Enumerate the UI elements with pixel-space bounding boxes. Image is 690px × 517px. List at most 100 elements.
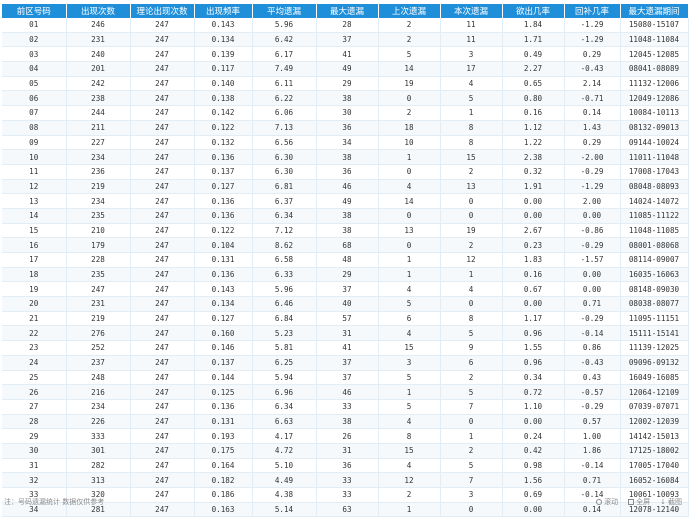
table-cell: 29	[316, 267, 379, 283]
table-cell: 38	[316, 208, 379, 224]
table-cell: 02	[2, 32, 67, 48]
table-cell: 5.94	[252, 370, 317, 386]
table-cell: -0.29	[564, 311, 621, 327]
table-cell: 17125-18002	[620, 443, 689, 459]
table-cell: 0.14	[564, 105, 621, 121]
status-footer: 注：号码遗漏统计 数据仅供参考 滚动 全屏 ↓ 截图	[0, 497, 690, 507]
table-cell: 6.96	[252, 384, 317, 400]
table-cell: 08001-08068	[620, 237, 689, 253]
table-cell: 5.96	[252, 281, 317, 298]
table-cell: 247	[130, 237, 195, 253]
table-cell: 5	[440, 90, 503, 107]
table-cell: 247	[130, 281, 195, 298]
table-cell: 231	[66, 296, 131, 312]
table-cell: 38	[316, 223, 379, 239]
table-cell: 5.96	[252, 18, 317, 33]
table-row: 15 210 247 0.122 7.12 38 13 19 2.67 -0.86 11048-11…	[2, 223, 689, 239]
table-row: 25 248 247 0.144 5.94 37 5 2 0.34 0.43 16049-16085	[2, 370, 689, 386]
column-header: 平均遗漏	[252, 4, 317, 18]
table-cell: 37	[316, 281, 379, 298]
table-cell: 11	[440, 32, 503, 48]
table-cell: 6.34	[252, 399, 317, 415]
table-cell: 6.34	[252, 208, 317, 224]
table-cell: 3	[440, 46, 503, 63]
table-cell: 2.27	[502, 61, 565, 77]
table-cell: 0.142	[194, 105, 253, 121]
fullscreen-control[interactable]: 全屏	[628, 497, 650, 507]
table-row: 02 231 247 0.134 6.42 37 2 11 1.71 -1.29 11048-110…	[2, 32, 689, 48]
table-cell: 4	[378, 458, 441, 474]
table-cell: 231	[66, 32, 131, 48]
table-cell: 5	[378, 399, 441, 415]
table-cell: 0.125	[194, 384, 253, 400]
table-cell: 247	[130, 32, 195, 48]
table-cell: 04	[2, 61, 67, 77]
table-cell: 2	[440, 164, 503, 180]
table-cell: 4.72	[252, 443, 317, 459]
table-cell: 247	[130, 399, 195, 415]
table-row: 26 216 247 0.125 6.96 46 1 5 0.72 -0.57 12064-1210…	[2, 384, 689, 400]
table-cell: 216	[66, 384, 131, 400]
table-cell: 248	[66, 370, 131, 386]
table-cell: 09096-09132	[620, 355, 689, 371]
table-cell: 0.00	[564, 267, 621, 283]
table-cell: 247	[130, 267, 195, 283]
table-cell: -1.29	[564, 32, 621, 48]
table-row: 30 301 247 0.175 4.72 31 15 2 0.42 1.86 17125-1800…	[2, 443, 689, 459]
table-cell: 19	[378, 76, 441, 92]
table-row: 16 179 247 0.104 8.62 68 0 2 0.23 -0.29 08001-0806…	[2, 237, 689, 253]
column-header: 回补几率	[564, 4, 621, 18]
table-cell: 247	[130, 149, 195, 165]
table-cell: 0.122	[194, 223, 253, 239]
table-cell: 2.67	[502, 223, 565, 239]
table-header-row: 前区号码 出现次数 理论出现次数 出现频率 平均遗漏 最大遗漏 上次遗漏 本次遗漏 欲出几率 回补…	[2, 4, 689, 18]
table-row: 14 235 247 0.136 6.34 38 0 0 0.00 0.00 11085-11122	[2, 208, 689, 224]
table-cell: 235	[66, 208, 131, 224]
table-cell: 5	[378, 46, 441, 63]
table-cell: 26	[316, 428, 379, 444]
table-cell: 210	[66, 223, 131, 239]
table-cell: 5.81	[252, 340, 317, 356]
table-cell: 6.37	[252, 193, 317, 209]
table-cell: 226	[66, 414, 131, 430]
scroll-control[interactable]: 滚动	[596, 497, 618, 507]
table-row: 27 234 247 0.136 6.34 33 5 7 1.10 -0.29 07039-0707…	[2, 399, 689, 415]
table-cell: 5.23	[252, 325, 317, 342]
scroll-control-label: 滚动	[604, 498, 619, 506]
screenshot-control[interactable]: ↓ 截图	[660, 497, 682, 507]
table-row: 07 244 247 0.142 6.06 30 2 1 0.16 0.14 10084-10113	[2, 105, 689, 121]
table-cell: 247	[130, 443, 195, 459]
table-cell: 0.00	[502, 193, 565, 209]
table-cell: -0.14	[564, 458, 621, 474]
table-cell: 16049-16085	[620, 370, 689, 386]
table-cell: 31	[316, 325, 379, 342]
table-cell: 0.132	[194, 135, 253, 151]
table-cell: 08038-08077	[620, 296, 689, 312]
table-cell: 0.137	[194, 164, 253, 180]
table-cell: 07	[2, 105, 67, 121]
table-cell: 6	[378, 311, 441, 327]
table-cell: 0.122	[194, 120, 253, 136]
table-cell: 0.00	[502, 296, 565, 312]
table-cell: 0.72	[502, 384, 565, 400]
table-row: 03 240 247 0.139 6.17 41 5 3 0.49 0.29 12045-12085	[2, 46, 689, 63]
table-cell: 12	[378, 472, 441, 488]
table-cell: 49	[316, 61, 379, 77]
table-cell: 41	[316, 46, 379, 63]
table-cell: 29	[316, 76, 379, 92]
arrow-icon: ↓	[660, 497, 666, 506]
table-cell: 24	[2, 355, 67, 371]
table-cell: 22	[2, 325, 67, 342]
footer-note: 注：号码遗漏统计 数据仅供参考	[4, 498, 105, 506]
table-cell: 0	[440, 414, 503, 430]
table-cell: 0.136	[194, 267, 253, 283]
table-cell: 10084-10113	[620, 105, 689, 121]
column-header: 出现次数	[66, 4, 131, 18]
table-cell: 38	[316, 90, 379, 107]
table-cell: 1	[378, 149, 441, 165]
table-cell: 0.00	[502, 414, 565, 430]
table-cell: 0.00	[564, 208, 621, 224]
table-cell: 14	[378, 193, 441, 209]
table-cell: 37	[316, 355, 379, 371]
table-cell: 2	[440, 370, 503, 386]
